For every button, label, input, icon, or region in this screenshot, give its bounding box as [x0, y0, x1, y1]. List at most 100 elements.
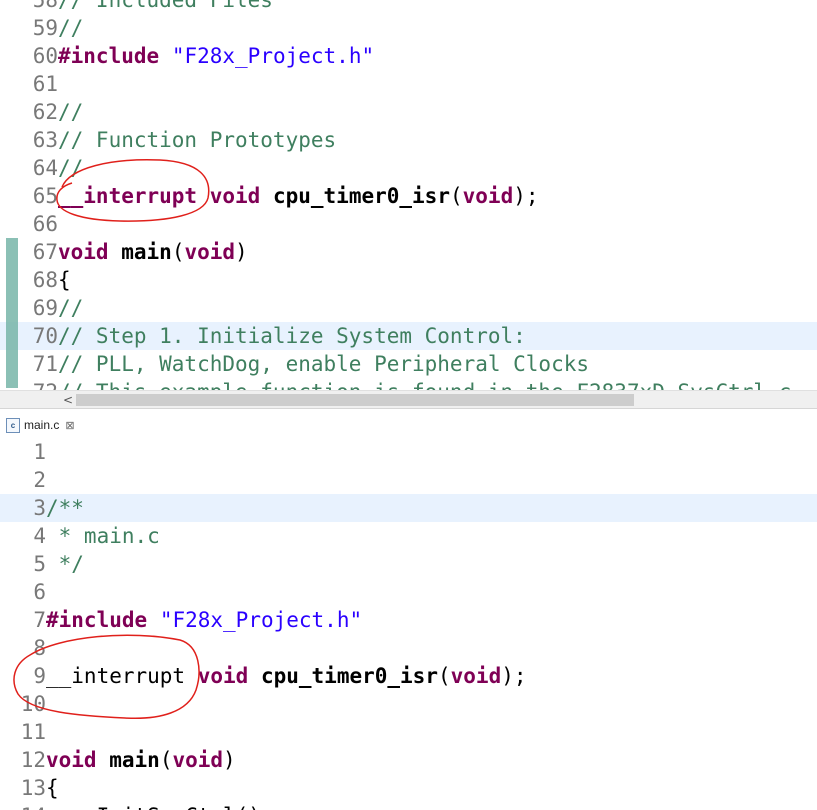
- code-text: __interrupt void cpu_timer0_isr(void);: [46, 662, 527, 690]
- code-token: );: [513, 184, 539, 208]
- code-text: {: [58, 266, 71, 294]
- code-token: cpu_timer0_isr: [272, 184, 450, 208]
- code-line[interactable]: 14 InitSysCtrl();: [0, 802, 817, 810]
- scrollbar-thumb[interactable]: [76, 394, 634, 406]
- code-token: void: [184, 240, 236, 264]
- code-line[interactable]: 8: [0, 634, 817, 662]
- code-token: void: [462, 184, 514, 208]
- code-text: #include "F28x_Project.h": [58, 42, 374, 70]
- code-line[interactable]: 10: [0, 690, 817, 718]
- code-token: #include: [58, 44, 160, 68]
- code-line[interactable]: 72// This example function is found in t…: [0, 378, 817, 390]
- line-number: 12: [20, 748, 46, 772]
- code-line[interactable]: 12void main(void): [0, 746, 817, 774]
- code-text: {: [46, 774, 59, 802]
- line-number: 2: [33, 468, 46, 492]
- code-token: */: [46, 552, 84, 576]
- code-line[interactable]: 60#include "F28x_Project.h": [0, 42, 817, 70]
- code-line[interactable]: 1: [0, 440, 817, 466]
- line-number: 6: [33, 580, 46, 604]
- code-line[interactable]: 67void main(void): [0, 238, 817, 266]
- scroll-left-arrow-icon[interactable]: <: [60, 391, 76, 409]
- change-marker: [6, 238, 18, 388]
- code-text: // This example function is found in the…: [58, 378, 791, 390]
- tab-label: main.c: [24, 418, 60, 432]
- code-line[interactable]: 68{: [0, 266, 817, 294]
- code-token: main: [109, 748, 160, 772]
- line-number: 66: [32, 212, 58, 236]
- close-icon[interactable]: ⊠: [65, 419, 74, 432]
- code-text: void main(void): [46, 746, 236, 774]
- code-line[interactable]: 3/**: [0, 494, 817, 522]
- code-token: main: [121, 240, 172, 264]
- code-token: ): [235, 240, 248, 264]
- code-text: //: [58, 14, 83, 42]
- code-line[interactable]: 5 */: [0, 550, 817, 578]
- tab-main-c[interactable]: c main.c ⊠: [6, 414, 75, 436]
- code-line[interactable]: 69//: [0, 294, 817, 322]
- code-line[interactable]: 6: [0, 578, 817, 606]
- code-token: void: [58, 240, 109, 264]
- code-line[interactable]: 61: [0, 70, 817, 98]
- line-number: 9: [33, 664, 46, 688]
- code-token: "F28x_Project.h": [171, 44, 375, 68]
- code-token: {: [46, 776, 59, 800]
- code-line[interactable]: 9__interrupt void cpu_timer0_isr(void);: [0, 662, 817, 690]
- code-line[interactable]: 13{: [0, 774, 817, 802]
- code-line[interactable]: 63// Function Prototypes: [0, 126, 817, 154]
- line-number: 3: [33, 496, 46, 520]
- line-number: 13: [20, 776, 46, 800]
- line-number: 62: [32, 100, 58, 124]
- code-text: void main(void): [58, 238, 248, 266]
- line-number: 61: [32, 72, 58, 96]
- code-token: //: [58, 100, 84, 124]
- top-editor-pane[interactable]: 58// Included Files 59//60#include "F28x_…: [0, 0, 817, 390]
- code-token: void: [209, 184, 261, 208]
- line-number: 1: [33, 440, 46, 464]
- code-line[interactable]: 4 * main.c: [0, 522, 817, 550]
- line-number: 5: [33, 552, 46, 576]
- line-number: 7: [33, 608, 46, 632]
- bottom-editor-pane[interactable]: 1 2 3/** 4 * main.c 5 */6 7#include "F28x_Pro…: [0, 440, 817, 810]
- line-number: 65: [32, 184, 58, 208]
- code-token: (: [171, 240, 185, 264]
- code-token: //: [58, 296, 84, 320]
- code-line[interactable]: 7#include "F28x_Project.h": [0, 606, 817, 634]
- code-line[interactable]: 64//: [0, 154, 817, 182]
- code-token: (: [159, 748, 173, 772]
- line-number: 8: [33, 636, 46, 660]
- code-line[interactable]: 66: [0, 210, 817, 238]
- code-text: //: [58, 294, 83, 322]
- code-token: (: [449, 184, 463, 208]
- code-token: // This example function is found in the…: [58, 380, 791, 390]
- code-line[interactable]: 2: [0, 466, 817, 494]
- code-token: );: [501, 664, 527, 688]
- line-number: 11: [20, 720, 46, 744]
- code-token: //: [58, 16, 84, 40]
- code-token: // Included Files: [58, 0, 273, 12]
- code-text: // PLL, WatchDog, enable Peripheral Cloc…: [58, 350, 589, 378]
- code-token: //: [58, 156, 84, 180]
- line-number: 63: [32, 128, 58, 152]
- code-token: #include: [46, 608, 148, 632]
- code-text: __interrupt void cpu_timer0_isr(void);: [58, 182, 539, 210]
- code-token: // PLL, WatchDog, enable Peripheral Cloc…: [58, 352, 590, 376]
- line-number: 14: [0, 802, 46, 810]
- code-text: // Included Files: [58, 0, 273, 14]
- code-line[interactable]: 11: [0, 718, 817, 746]
- code-text: // Step 1. Initialize System Control:: [58, 322, 526, 350]
- horizontal-scrollbar[interactable]: <: [0, 390, 817, 409]
- code-line[interactable]: 70// Step 1. Initialize System Control:: [0, 322, 817, 350]
- code-line[interactable]: 62//: [0, 98, 817, 126]
- code-line[interactable]: 71// PLL, WatchDog, enable Peripheral Cl…: [0, 350, 817, 378]
- code-line[interactable]: 59//: [0, 14, 817, 42]
- code-token: "F28x_Project.h": [159, 608, 363, 632]
- code-line[interactable]: 65__interrupt void cpu_timer0_isr(void);: [0, 182, 817, 210]
- code-token: void: [46, 748, 97, 772]
- code-line[interactable]: 58// Included Files: [0, 0, 817, 14]
